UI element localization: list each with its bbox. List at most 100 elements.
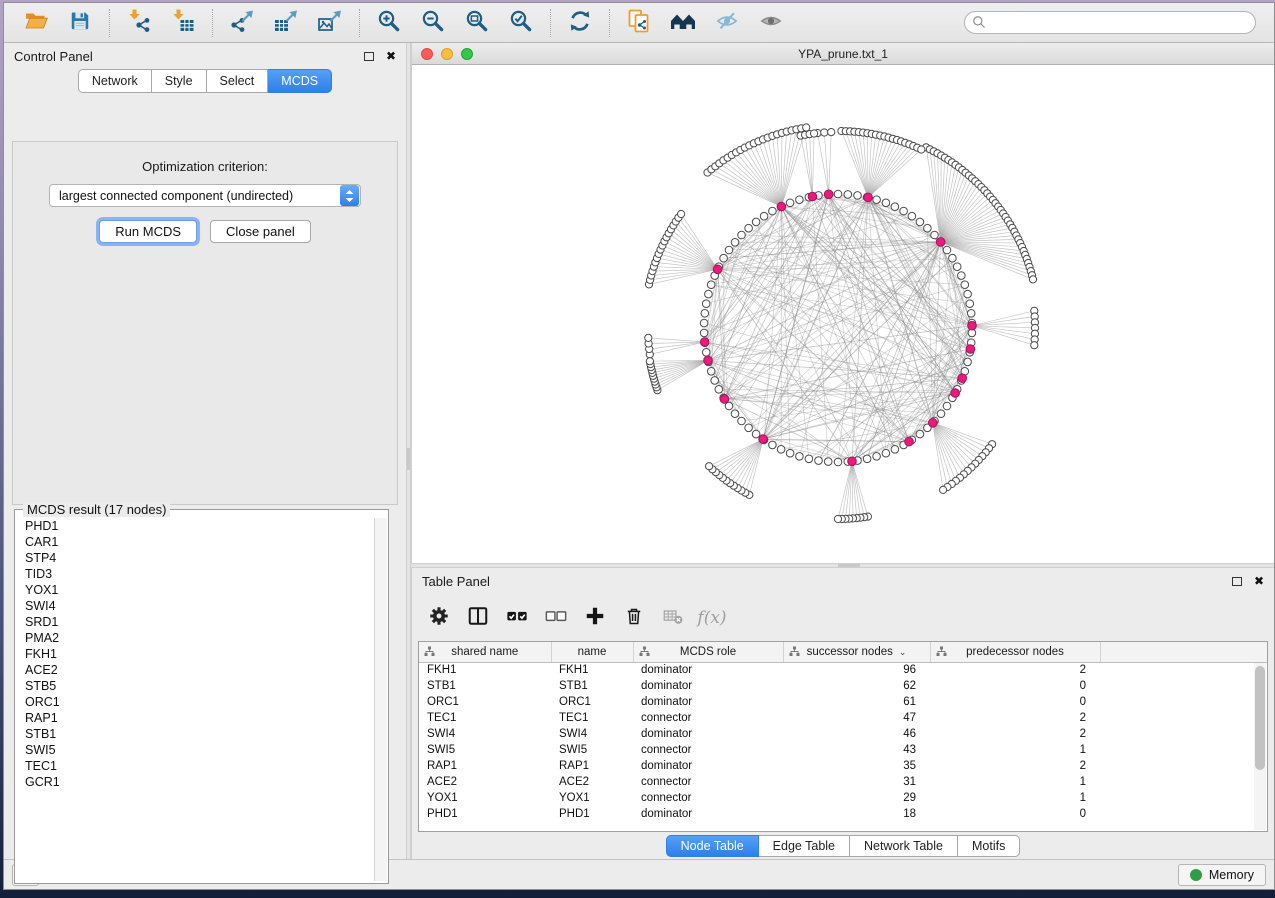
- mcds-result-item[interactable]: SRD1: [17, 614, 374, 630]
- search-input[interactable]: [964, 11, 1256, 34]
- table-cell[interactable]: 61: [783, 694, 930, 710]
- network-node[interactable]: [844, 191, 852, 199]
- tab-style[interactable]: Style: [152, 69, 207, 93]
- zoom-fit-button[interactable]: [455, 6, 499, 40]
- hide-selected-button[interactable]: [705, 6, 749, 40]
- table-scrollbar[interactable]: [1254, 663, 1266, 830]
- mcds-result-item[interactable]: STP4: [17, 550, 374, 566]
- zoom-in-button[interactable]: [367, 6, 411, 40]
- vertical-splitter[interactable]: [406, 43, 411, 859]
- network-node[interactable]: [918, 146, 925, 153]
- network-node[interactable]: [705, 290, 713, 298]
- network-node[interactable]: [706, 463, 713, 470]
- memory-button[interactable]: Memory: [1178, 864, 1266, 886]
- table-cell[interactable]: dominator: [633, 726, 783, 742]
- table-cell[interactable]: 31: [783, 774, 930, 790]
- import-network-button[interactable]: [117, 6, 161, 40]
- create-column-button[interactable]: [580, 603, 610, 633]
- column-header-MCDS-role[interactable]: MCDS role: [633, 642, 783, 662]
- network-node[interactable]: [891, 446, 899, 454]
- mcds-result-item[interactable]: PMA2: [17, 630, 374, 646]
- table-cell[interactable]: 2: [930, 662, 1100, 678]
- dominator-node[interactable]: [864, 193, 873, 202]
- network-node[interactable]: [1031, 342, 1038, 349]
- mcds-result-item[interactable]: TID3: [17, 566, 374, 582]
- network-node[interactable]: [738, 231, 746, 239]
- float-icon[interactable]: [364, 52, 374, 61]
- mcds-result-item[interactable]: RAP1: [17, 710, 374, 726]
- network-node[interactable]: [873, 453, 881, 461]
- mcds-list-scrollbar[interactable]: [374, 518, 387, 881]
- table-cell[interactable]: 1: [930, 742, 1100, 758]
- table-cell[interactable]: SWI4: [419, 726, 551, 742]
- deselect-all-columns-button[interactable]: [541, 603, 571, 633]
- column-settings-button[interactable]: [424, 603, 454, 633]
- network-node[interactable]: [700, 319, 708, 327]
- network-node[interactable]: [769, 441, 777, 449]
- mcds-result-item[interactable]: CAR1: [17, 534, 374, 550]
- table-cell[interactable]: dominator: [633, 678, 783, 694]
- dominator-node[interactable]: [848, 457, 857, 466]
- table-cell[interactable]: PHD1: [551, 806, 633, 822]
- network-node[interactable]: [745, 424, 753, 432]
- network-node[interactable]: [961, 281, 969, 289]
- network-node[interactable]: [645, 334, 652, 341]
- table-cell[interactable]: 1: [930, 790, 1100, 806]
- table-cell[interactable]: 35: [783, 758, 930, 774]
- table-cell[interactable]: connector: [633, 774, 783, 790]
- select-all-columns-button[interactable]: [502, 603, 532, 633]
- dominator-node[interactable]: [824, 190, 833, 199]
- network-canvas[interactable]: [412, 65, 1274, 563]
- mcds-result-item[interactable]: ORC1: [17, 694, 374, 710]
- network-node[interactable]: [731, 239, 739, 247]
- table-row[interactable]: ACE2ACE2connector311: [419, 774, 1267, 790]
- network-node[interactable]: [834, 458, 842, 466]
- network-node[interactable]: [777, 446, 785, 454]
- table-cell[interactable]: dominator: [633, 758, 783, 774]
- network-node[interactable]: [760, 212, 768, 220]
- dominator-node[interactable]: [700, 338, 709, 347]
- open-file-button[interactable]: [14, 6, 58, 40]
- table-cell[interactable]: 2: [930, 758, 1100, 774]
- table-mode-button[interactable]: [463, 603, 493, 633]
- optimization-criterion-select[interactable]: largest connected component (undirected): [49, 184, 361, 207]
- network-node[interactable]: [720, 254, 728, 262]
- table-cell[interactable]: ORC1: [551, 694, 633, 710]
- export-image-button[interactable]: [308, 6, 352, 40]
- mcds-result-item[interactable]: TEC1: [17, 758, 374, 774]
- dominator-node[interactable]: [929, 419, 938, 428]
- save-session-button[interactable]: [58, 6, 102, 40]
- table-cell[interactable]: dominator: [633, 662, 783, 678]
- mcds-result-item[interactable]: PHD1: [17, 518, 374, 534]
- network-node[interactable]: [953, 263, 961, 271]
- network-node[interactable]: [834, 190, 842, 198]
- zoom-selected-button[interactable]: [499, 6, 543, 40]
- close-icon[interactable]: ✖: [386, 50, 396, 62]
- table-cell[interactable]: 2: [930, 726, 1100, 742]
- network-node[interactable]: [854, 192, 862, 200]
- table-cell[interactable]: connector: [633, 710, 783, 726]
- column-header-successor-nodes[interactable]: successor nodes⌄: [783, 642, 930, 662]
- dominator-node[interactable]: [968, 321, 977, 330]
- network-node[interactable]: [964, 290, 972, 298]
- table-cell[interactable]: SWI5: [551, 742, 633, 758]
- show-all-button[interactable]: [749, 6, 793, 40]
- splitter-grip[interactable]: [838, 564, 860, 567]
- table-cell[interactable]: ORC1: [419, 694, 551, 710]
- network-node[interactable]: [967, 310, 975, 318]
- splitter-grip[interactable]: [407, 448, 410, 470]
- mcds-result-item[interactable]: STB5: [17, 678, 374, 694]
- network-node[interactable]: [943, 246, 951, 254]
- table-row[interactable]: RAP1RAP1dominator352: [419, 758, 1267, 774]
- network-node[interactable]: [752, 218, 760, 226]
- table-cell[interactable]: TEC1: [551, 710, 633, 726]
- table-cell[interactable]: 29: [783, 790, 930, 806]
- network-node[interactable]: [786, 199, 794, 207]
- mcds-result-item[interactable]: GCR1: [17, 774, 374, 790]
- network-node[interactable]: [646, 358, 653, 365]
- network-node[interactable]: [821, 129, 828, 136]
- mcds-result-item[interactable]: SWI4: [17, 598, 374, 614]
- table-cell[interactable]: RAP1: [419, 758, 551, 774]
- zoom-out-button[interactable]: [411, 6, 455, 40]
- table-cell[interactable]: 0: [930, 678, 1100, 694]
